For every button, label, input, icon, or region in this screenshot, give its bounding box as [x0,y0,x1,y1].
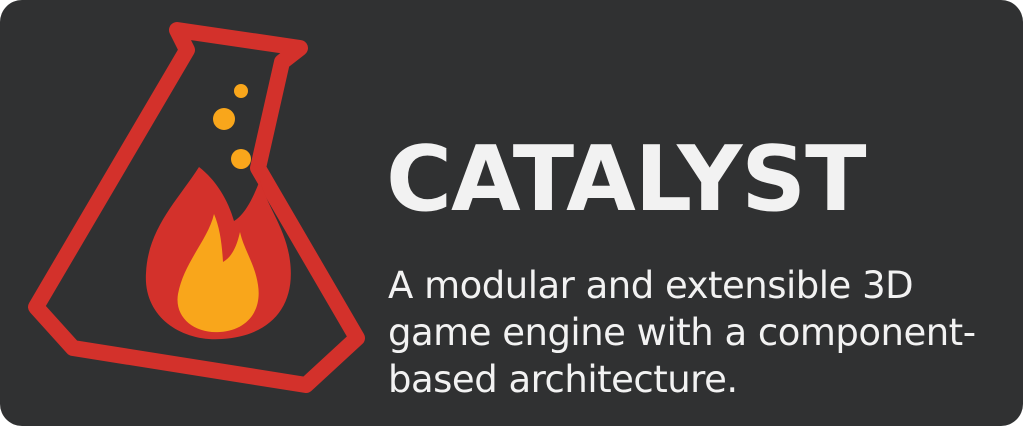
bubble-large [231,149,251,169]
flask-flame-icon [28,22,365,393]
tagline-line-1: A modular and extensible 3D [388,264,914,307]
catalyst-banner: CATALYST A modular and extensible 3D gam… [0,0,1023,426]
tagline-line-3: based architecture. [388,358,738,401]
brand-title: CATALYST [386,127,866,232]
bubble-medium [213,108,235,130]
bubble-small [234,84,248,98]
brand-tagline: A modular and extensible 3D game engine … [388,262,988,403]
tagline-line-2: game engine with a component- [388,311,976,354]
